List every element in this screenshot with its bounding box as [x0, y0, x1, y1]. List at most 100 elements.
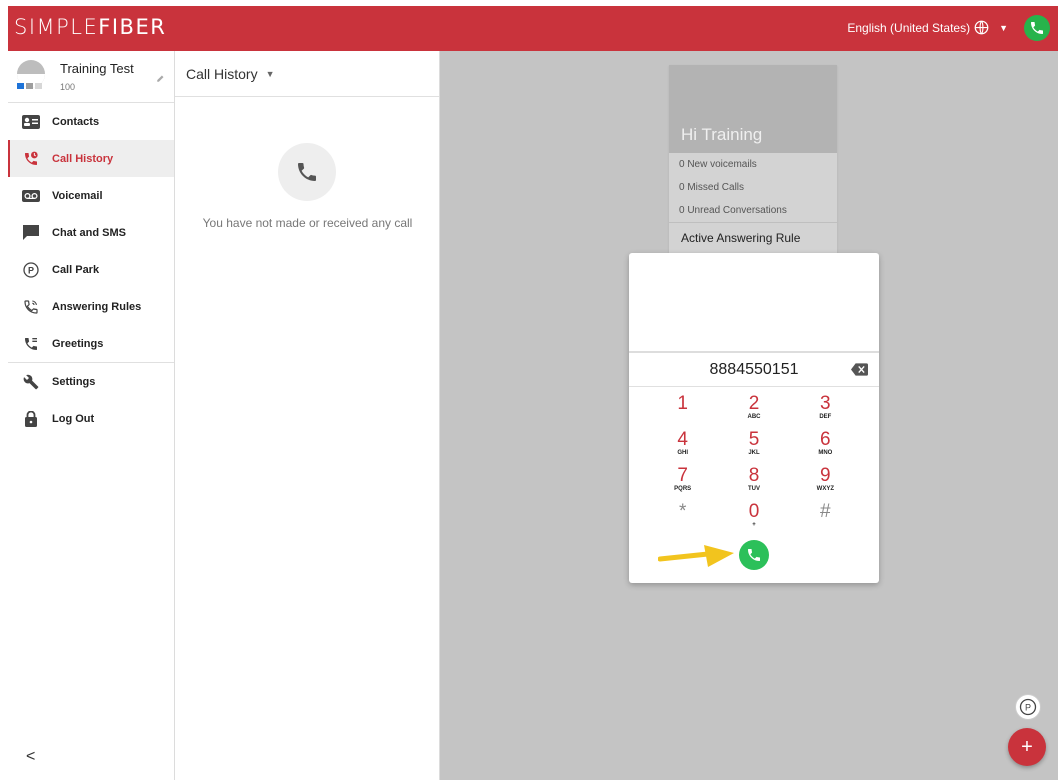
user-presence-icon	[26, 83, 33, 89]
welcome-title: Hi Training	[681, 125, 763, 144]
key-letters: GHI	[677, 450, 688, 456]
key-3[interactable]: 3 DEF	[790, 393, 861, 429]
key-5[interactable]: 5 JKL	[718, 429, 789, 465]
sidebar-item-label: Settings	[52, 375, 96, 388]
key-4[interactable]: 4 GHI	[647, 429, 718, 465]
key-digit: 5	[748, 429, 760, 450]
chevron-left-icon: <	[26, 748, 36, 765]
call-history-filter[interactable]: Call History ▼	[175, 51, 439, 97]
missed-calls-count[interactable]: 0 Missed Calls	[669, 176, 837, 199]
key-digit: 2	[748, 393, 760, 414]
key-letters: PQRS	[674, 486, 692, 492]
call-park-icon: P	[22, 261, 40, 279]
sidebar-item-label: Chat and SMS	[52, 226, 126, 239]
key-letters: MNO	[818, 450, 833, 456]
keypad: 1 2 ABC 3 DEF 4 GHI 5 JKL 6 MNO 7 PQRS 8 TUV 9W…	[647, 393, 861, 537]
call-park-icon: P	[1019, 698, 1037, 716]
user-profile[interactable]: Training Test 100	[8, 51, 174, 103]
lock-icon	[22, 410, 40, 428]
key-8[interactable]: 8 TUV	[718, 465, 789, 501]
sidebar-item-label: Greetings	[52, 337, 104, 350]
dial-number-input[interactable]: 8884550151	[629, 353, 879, 387]
chevron-down-icon: ▼	[265, 68, 275, 79]
phone-status-button[interactable]	[1024, 15, 1050, 41]
sidebar-item-label: Log Out	[52, 412, 95, 425]
brand-text-fiber: FIBER	[98, 15, 167, 39]
presence-indicators	[17, 83, 42, 89]
sidebar-item-greetings[interactable]: Greetings	[8, 325, 174, 362]
dialpad-results-area	[629, 253, 879, 353]
key-letters: DEF	[819, 414, 832, 420]
main-content: Hi Training 0 New voicemails 0 Missed Ca…	[440, 51, 1058, 780]
svg-text:P: P	[28, 265, 34, 275]
sidebar-item-chat-sms[interactable]: Chat and SMS	[8, 214, 174, 251]
top-bar: SIMPLEFIBER English (United States) ▼	[8, 6, 1058, 51]
key-1[interactable]: 1	[647, 393, 718, 429]
phone-icon	[748, 549, 760, 561]
key-7[interactable]: 7 PQRS	[647, 465, 718, 501]
key-digit: 8	[748, 465, 760, 486]
key-letters: WXYZ	[816, 486, 834, 492]
profile-extension: 100	[60, 82, 76, 92]
key-digit: 1	[677, 393, 688, 414]
call-park-fab[interactable]: P	[1015, 694, 1041, 720]
dialpad-popup: 8884550151 1 2 ABC 3 DEF 4 GHI 5 JKL 6 MNO 7P…	[629, 253, 879, 583]
sidebar-item-voicemail[interactable]: Voicemail	[8, 177, 174, 214]
pencil-icon[interactable]	[156, 73, 166, 83]
key-digit: 7	[677, 465, 688, 486]
key-6[interactable]: 6 MNO	[790, 429, 861, 465]
sidebar-item-label: Call History	[52, 152, 114, 165]
key-9[interactable]: 9 WXYZ	[790, 465, 861, 501]
empty-state-message: You have not made or received any call	[202, 216, 413, 230]
arrow-annotation-icon	[658, 545, 734, 567]
call-history-icon	[22, 150, 40, 168]
phone-presence-icon	[35, 83, 42, 89]
sidebar-item-label: Call Park	[52, 263, 100, 276]
brand-text-simple: SIMPLE	[14, 15, 99, 39]
call-button[interactable]	[739, 540, 769, 570]
key-letters: JKL	[748, 450, 760, 456]
key-2[interactable]: 2 ABC	[718, 393, 789, 429]
plus-icon: +	[1021, 735, 1033, 758]
key-star[interactable]: *	[647, 501, 718, 537]
key-digit: 9	[820, 465, 831, 486]
language-selector[interactable]: English (United States) ▼	[847, 20, 1008, 35]
sidebar-item-settings[interactable]: Settings	[8, 363, 174, 400]
key-digit: 0	[748, 501, 760, 522]
phone-icon	[1031, 22, 1043, 34]
call-park-glyph: P	[1025, 703, 1031, 713]
sidebar-item-call-history[interactable]: Call History	[8, 140, 174, 177]
call-history-title: Call History	[186, 65, 258, 82]
backspace-icon[interactable]	[851, 363, 868, 376]
globe-icon	[974, 20, 989, 35]
call-history-panel: Call History ▼ You have not made or rece…	[175, 51, 440, 780]
sidebar-item-label: Contacts	[52, 115, 100, 128]
key-digit: *	[678, 501, 687, 522]
add-fab[interactable]: +	[1008, 728, 1046, 766]
key-0[interactable]: 0 +	[718, 501, 789, 537]
empty-state-phone-icon	[278, 143, 336, 201]
dial-number-value: 8884550151	[709, 361, 799, 378]
chat-presence-icon	[17, 83, 24, 89]
new-voicemails-count[interactable]: 0 New voicemails	[669, 153, 837, 176]
voicemail-icon	[22, 187, 40, 205]
app-window: SIMPLEFIBER English (United States) ▼ Tr…	[8, 6, 1058, 780]
key-digit: 3	[820, 393, 831, 414]
collapse-sidebar-button[interactable]: <	[26, 748, 35, 766]
sidebar-item-answering-rules[interactable]: Answering Rules	[8, 288, 174, 325]
key-digit: 6	[820, 429, 831, 450]
key-letters: +	[752, 522, 756, 528]
sidebar-item-log-out[interactable]: Log Out	[8, 400, 174, 437]
profile-name: Training Test	[60, 61, 134, 76]
key-letters: TUV	[747, 486, 760, 492]
unread-conversations-count[interactable]: 0 Unread Conversations	[669, 199, 837, 222]
sidebar: Training Test 100 Contacts Call History …	[8, 51, 175, 780]
key-hash[interactable]: #	[790, 501, 861, 537]
welcome-banner: Hi Training	[669, 65, 837, 153]
key-digit: #	[820, 501, 831, 522]
sidebar-item-call-park[interactable]: P Call Park	[8, 251, 174, 288]
answering-rules-icon	[22, 298, 40, 316]
chevron-down-icon: ▼	[999, 22, 1008, 33]
sidebar-item-contacts[interactable]: Contacts	[8, 103, 174, 140]
sidebar-item-label: Answering Rules	[52, 300, 142, 313]
